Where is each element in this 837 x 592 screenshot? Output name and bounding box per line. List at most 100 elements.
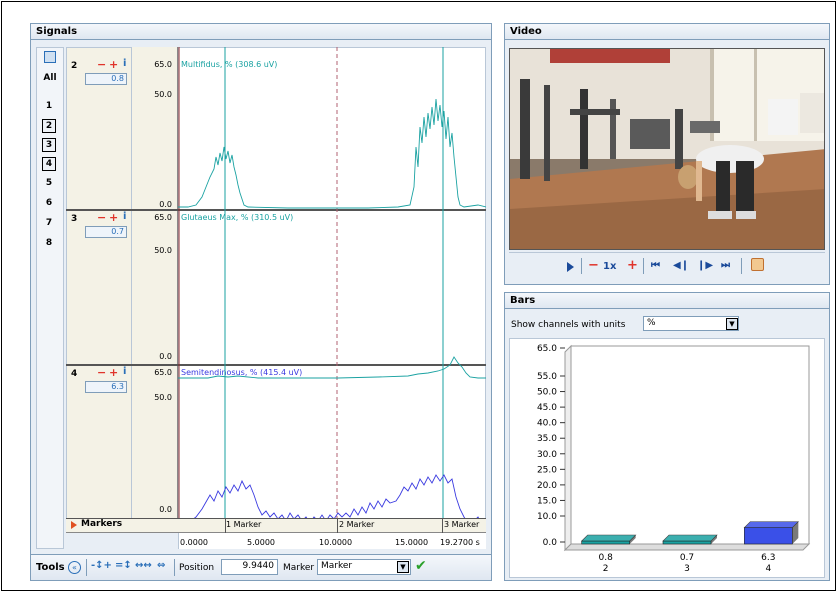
gym-machine [520,79,530,179]
units-select[interactable]: % [643,316,739,331]
video-frame[interactable] [509,48,825,250]
y-tick-label: 40.0 [537,419,557,429]
marker-label[interactable]: 1 Marker [226,520,261,529]
ceiling [550,49,670,63]
channel-minus-button[interactable]: − [97,367,106,378]
y-max-label: 65.0 [154,60,172,69]
window-frame [754,49,757,141]
y-max-label: 65.0 [154,368,172,377]
gym-machine [570,109,620,115]
channel-minus-button[interactable]: − [97,59,106,70]
y-mid-label: 50.0 [154,90,172,99]
channel-8-button[interactable]: 8 [42,237,56,251]
zoom-reset-button[interactable]: ⇔ [157,560,165,571]
bars-panel: Bars Show channels with units % ▼ 65.0 55… [504,292,830,581]
skip-start-icon[interactable]: ⏮ [651,260,660,271]
marker-tick [225,518,226,533]
channel-3-trace [178,356,486,379]
markers-expand-icon[interactable] [71,521,77,529]
video-panel: Video − 1x + ⏮ ◀❙ ❙▶ ⏭ [504,23,830,285]
channel-1-button[interactable]: 1 [42,100,56,114]
channel-all-button[interactable]: All [40,72,60,86]
units-label: Show channels with units [511,320,626,330]
person-arm [696,161,702,201]
y-tick-label: 65.0 [537,344,557,354]
bar-channel-label: 2 [603,564,609,574]
channel-plus-button[interactable]: + [109,212,118,223]
channel-plus-button[interactable]: + [109,59,118,70]
gym-machine [675,109,683,169]
markers-row [66,518,486,533]
video-controls [509,252,825,280]
channel-3-button[interactable]: 3 [42,138,56,152]
zoom-vertical-button[interactable]: -↕+ [91,560,112,571]
y-tick-label: 25.0 [537,465,557,475]
y-tick-label: 20.0 [537,481,557,491]
speed-down-button[interactable]: − [588,258,599,273]
marker-label[interactable]: 3 Marker [444,520,479,529]
channel-info-icon[interactable]: i [123,59,126,69]
skip-end-icon[interactable]: ⏭ [721,260,730,271]
position-label: Position [179,563,215,573]
y-tick-label: 0.0 [543,538,558,548]
play-icon[interactable] [567,262,574,272]
marker-tick [337,518,338,533]
gym-machine [690,121,720,133]
bars-title: Bars [505,293,829,309]
channel-info-column [66,47,132,533]
channel-4-button[interactable]: 4 [42,157,56,171]
person-shoes [736,211,756,219]
snapshot-icon[interactable] [751,258,764,271]
signals-title: Signals [31,24,491,40]
marker-label[interactable]: 2 Marker [339,520,374,529]
position-input[interactable]: 9.9440 [221,559,278,575]
cabinet [768,99,798,135]
channel-info-icon[interactable]: i [123,367,126,377]
person-head [678,165,698,189]
channel-6-button[interactable]: 6 [42,197,56,211]
app-window: Signals All 1 2 3 4 5 6 7 8 2 − + i 0.8 … [1,1,836,591]
tools-label: Tools [36,562,65,573]
y-mid-label: 50.0 [154,246,172,255]
step-back-icon[interactable]: ◀❙ [673,260,689,271]
channel-value: 0.7 [85,226,127,238]
bar-value-label: 0.8 [599,553,614,563]
y-tick-label: 50.0 [537,388,557,398]
speed-label: 1x [603,261,617,272]
channel-2-button[interactable]: 2 [42,119,56,133]
chart-back-wall [570,345,810,545]
speed-up-button[interactable]: + [627,258,638,273]
bar-top [580,534,637,542]
y-tick-label: 45.0 [537,403,557,413]
chevron-down-icon[interactable]: ▼ [397,561,409,573]
step-forward-icon[interactable]: ❙▶ [697,260,713,271]
y-axis-column [132,47,178,533]
copy-icon[interactable] [44,51,56,63]
channel-info-icon[interactable]: i [123,212,126,222]
bar-value-label: 6.3 [761,553,775,563]
chart-floor [563,543,811,551]
gym-machine [544,85,550,181]
time-tick-label: 5.0000 [247,538,275,547]
channel-plus-button[interactable]: + [109,367,118,378]
channel-7-button[interactable]: 7 [42,217,56,231]
bar-chart: 65.055.050.045.040.035.030.025.020.015.0… [537,344,811,574]
y-max-label: 65.0 [154,213,172,222]
y-tick-label: 15.0 [537,496,557,506]
zoom-fit-button[interactable]: =↕ [115,560,132,571]
zoom-horizontal-button[interactable]: ↔↔ [135,560,152,571]
channel-5-button[interactable]: 5 [42,177,56,191]
video-title: Video [505,24,829,40]
confirm-check-icon[interactable]: ✔ [415,558,427,574]
channel-value: 6.3 [85,381,127,393]
y-tick-label: 55.0 [537,372,557,382]
person-legs [736,161,754,213]
person-shoes [708,211,732,219]
channel-minus-button[interactable]: − [97,212,106,223]
chevron-down-icon[interactable]: ▼ [726,318,738,330]
chart-side-wall [564,344,572,552]
channel-sidebar: All 1 2 3 4 5 6 7 8 [36,47,64,549]
collapse-tools-button[interactable]: « [68,561,81,574]
channel-number: 4 [71,369,78,379]
signal-traces [178,47,486,533]
